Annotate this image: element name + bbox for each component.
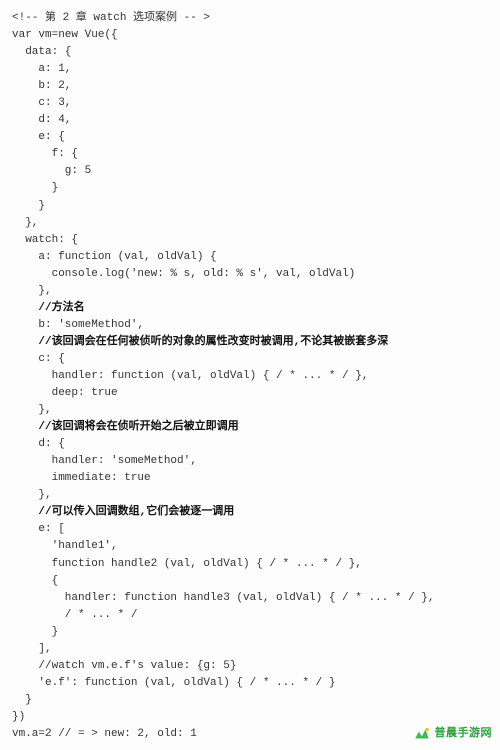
- code-line: handler: 'someMethod',: [12, 453, 488, 470]
- code-line: function handle2 (val, oldVal) { / * ...…: [12, 556, 488, 573]
- code-line: <!-- 第 2 章 watch 选项案例 -- >: [12, 10, 488, 27]
- code-line: }): [12, 709, 488, 726]
- watermark: 普晨手游网: [413, 725, 493, 743]
- code-line: / * ... * /: [12, 607, 488, 624]
- code-line: //watch vm.e.f's value: {g: 5}: [12, 658, 488, 675]
- code-line: watch: {: [12, 232, 488, 249]
- code-line: 'handle1',: [12, 538, 488, 555]
- code-line: },: [12, 402, 488, 419]
- code-line: console.log('new: % s, old: % s', val, o…: [12, 266, 488, 283]
- code-line: b: 'someMethod',: [12, 317, 488, 334]
- code-line: ],: [12, 641, 488, 658]
- code-line: },: [12, 283, 488, 300]
- code-line: {: [12, 573, 488, 590]
- code-line: handler: function (val, oldVal) { / * ..…: [12, 368, 488, 385]
- code-line: c: {: [12, 351, 488, 368]
- code-line: d: 4,: [12, 112, 488, 129]
- comment-line: //可以传入回调数组,它们会被逐一调用: [12, 504, 488, 521]
- code-line: deep: true: [12, 385, 488, 402]
- code-line: },: [12, 215, 488, 232]
- code-line: c: 3,: [12, 95, 488, 112]
- code-line: handler: function handle3 (val, oldVal) …: [12, 590, 488, 607]
- code-line: immediate: true: [12, 470, 488, 487]
- comment-line: //该回调将会在侦听开始之后被立即调用: [12, 419, 488, 436]
- code-line: e: {: [12, 129, 488, 146]
- code-line: a: 1,: [12, 61, 488, 78]
- watermark-text: 普晨手游网: [435, 725, 493, 742]
- code-line: a: function (val, oldVal) {: [12, 249, 488, 266]
- code-line: }: [12, 692, 488, 709]
- comment-line: //该回调会在任何被侦听的对象的属性改变时被调用,不论其被嵌套多深: [12, 334, 488, 351]
- code-line: b: 2,: [12, 78, 488, 95]
- code-line: e: [: [12, 521, 488, 538]
- code-line: }: [12, 180, 488, 197]
- code-line: f: {: [12, 146, 488, 163]
- code-line: }: [12, 198, 488, 215]
- code-line: var vm=new Vue({: [12, 27, 488, 44]
- code-line: g: 5: [12, 163, 488, 180]
- code-line: data: {: [12, 44, 488, 61]
- comment-line: //方法名: [12, 300, 488, 317]
- code-line: },: [12, 487, 488, 504]
- logo-icon: [413, 725, 431, 743]
- code-line: }: [12, 624, 488, 641]
- code-line: 'e.f': function (val, oldVal) { / * ... …: [12, 675, 488, 692]
- code-page: <!-- 第 2 章 watch 选项案例 -- > var vm=new Vu…: [0, 0, 500, 749]
- code-line: d: {: [12, 436, 488, 453]
